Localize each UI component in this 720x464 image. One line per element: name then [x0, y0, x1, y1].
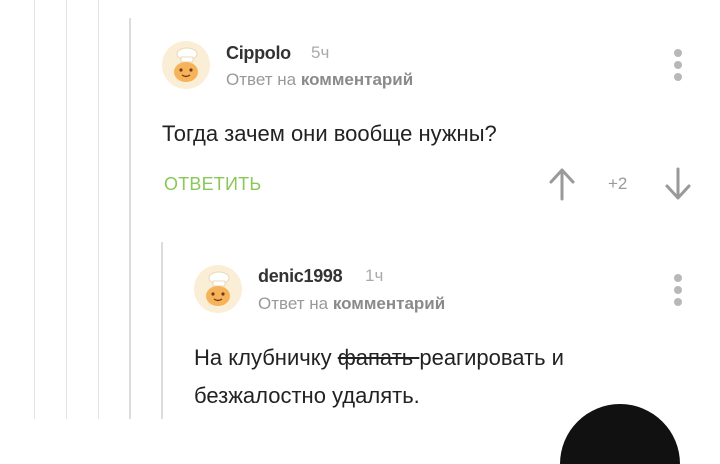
comment-text-part: безжалостно удалять. — [194, 383, 420, 408]
chef-avatar-icon — [194, 265, 242, 313]
avatar[interactable] — [194, 265, 242, 313]
comment-text-part: На клубничку — [194, 345, 338, 370]
author-name[interactable]: Cippolo — [226, 43, 291, 64]
more-options-icon[interactable] — [671, 274, 685, 308]
comment-text: На клубничку фапать реагировать и безжал… — [194, 339, 664, 415]
reply-info: Ответ на комментарий — [258, 294, 445, 314]
thread-line-3 — [98, 0, 99, 419]
reply-prefix: Ответ на — [258, 294, 329, 313]
reply-branch-line[interactable] — [161, 242, 163, 419]
reply-target-link[interactable]: комментарий — [301, 70, 413, 89]
struck-text: фапать — [337, 345, 420, 370]
downvote-arrow-icon[interactable] — [664, 167, 692, 201]
comment-time: 1ч — [365, 266, 384, 285]
comment-time: 5ч — [311, 43, 330, 62]
rating-count: +2 — [608, 174, 628, 193]
comment-branch-line[interactable] — [129, 18, 131, 419]
more-options-icon[interactable] — [671, 49, 685, 83]
reply-target-link[interactable]: комментарий — [333, 294, 445, 313]
thread-line-2 — [66, 0, 67, 419]
comment-text: Тогда зачем они вообще нужны? — [162, 121, 497, 146]
thread-line-1 — [34, 0, 35, 419]
author-name[interactable]: denic1998 — [258, 266, 343, 287]
avatar[interactable] — [162, 41, 210, 89]
chef-avatar-icon — [162, 41, 210, 89]
upvote-arrow-icon[interactable] — [548, 167, 576, 201]
reply-info: Ответ на комментарий — [226, 70, 413, 90]
reply-prefix: Ответ на — [226, 70, 297, 89]
reply-button[interactable]: ОТВЕТИТЬ — [164, 174, 261, 195]
comment-text-part: реагировать и — [419, 345, 564, 370]
